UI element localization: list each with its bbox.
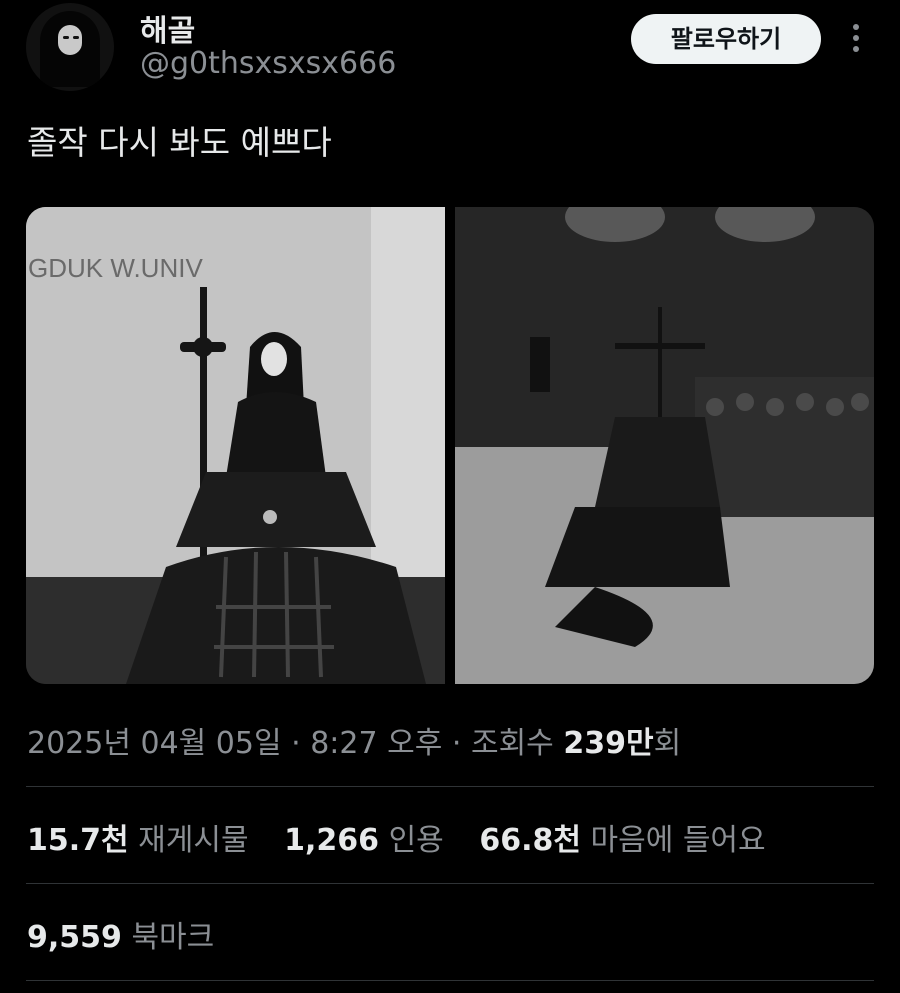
photo-runway-side[interactable]: [455, 207, 874, 684]
quotes-label: 인용: [388, 823, 444, 858]
tweet-timestamp[interactable]: 2025년 04월 05일 · 8:27 오후 · 조회수 239만회: [27, 718, 681, 762]
tweet-time: 8:27 오후: [310, 726, 443, 761]
quotes-stat[interactable]: 1,266 인용: [284, 815, 444, 859]
engagement-stats: 15.7천 재게시물 1,266 인용 66.8천 마음에 들어요: [27, 815, 792, 859]
follow-button[interactable]: 팔로우하기: [631, 14, 821, 64]
more-options-icon[interactable]: [846, 20, 866, 60]
tweet-date: 2025년 04월 05일: [27, 726, 282, 761]
avatar-eye-left: [63, 36, 69, 39]
views-suffix: 회: [653, 726, 682, 761]
display-name[interactable]: 해골: [140, 6, 195, 50]
divider: [26, 980, 874, 981]
runway-side-illustration: [455, 207, 874, 684]
divider: [26, 883, 874, 884]
quotes-count: 1,266: [284, 823, 380, 858]
retweets-stat[interactable]: 15.7천 재게시물: [27, 815, 249, 859]
media-grid: GDUK W.UNIV: [26, 207, 874, 684]
avatar-eye-right: [73, 36, 79, 39]
tweet-text: 졸작 다시 봐도 예쁘다: [27, 123, 332, 162]
bookmarks-stat[interactable]: 9,559 북마크: [27, 912, 214, 956]
views-label: 조회수: [470, 726, 554, 761]
runway-front-illustration: GDUK W.UNIV: [26, 207, 445, 684]
avatar[interactable]: [26, 3, 114, 91]
likes-count: 66.8천: [479, 823, 581, 858]
separator-dot: ·: [291, 726, 301, 761]
photo-runway-front[interactable]: GDUK W.UNIV: [26, 207, 445, 684]
separator-dot: ·: [451, 726, 462, 761]
retweets-count: 15.7천: [27, 823, 129, 858]
bookmarks-label: 북마크: [131, 920, 215, 955]
likes-label: 마음에 들어요: [590, 823, 766, 858]
divider: [26, 786, 874, 787]
views-count: 239만: [563, 726, 654, 761]
avatar-face: [58, 25, 82, 55]
runway-sign-text: GDUK W.UNIV: [28, 253, 203, 283]
retweets-label: 재게시물: [138, 823, 249, 858]
user-handle[interactable]: @g0thsxsxsx666: [140, 46, 396, 81]
bookmarks-count: 9,559: [27, 920, 122, 955]
likes-stat[interactable]: 66.8천 마음에 들어요: [479, 815, 765, 859]
